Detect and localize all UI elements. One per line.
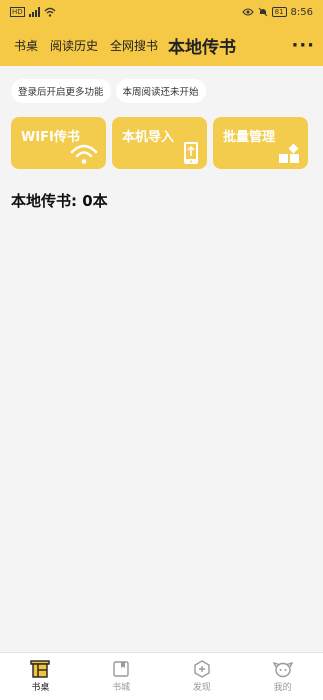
eye-icon (241, 8, 254, 16)
batch-manage-label: 批量管理 (223, 130, 276, 145)
status-bar: HD 81 8:56 (0, 0, 323, 24)
top-tab-bar: 书桌 阅读历史 全网搜书 本地传书 ··· (0, 24, 323, 66)
wifi-icon (70, 144, 98, 164)
nav-bookstore[interactable]: 书城 (81, 653, 162, 700)
tab-local-transfer[interactable]: 本地传书 (168, 33, 236, 58)
book-icon (113, 661, 129, 677)
nav-desk[interactable]: 书桌 (0, 653, 81, 700)
nav-discover[interactable]: 发现 (162, 653, 243, 700)
clock: 8:56 (290, 6, 313, 18)
grid-icon (279, 143, 299, 163)
nav-profile[interactable]: 我的 (242, 653, 323, 700)
local-import-card[interactable]: 本机导入 (112, 117, 207, 169)
discover-icon (194, 660, 210, 678)
more-options-button[interactable]: ··· (291, 35, 315, 56)
batch-manage-card[interactable]: 批量管理 (213, 117, 308, 169)
battery-indicator: 81 (271, 7, 287, 17)
profile-icon (272, 661, 293, 678)
bottom-nav: 书桌 书城 发现 我的 (0, 652, 323, 700)
mute-bell-icon (258, 7, 267, 17)
nav-desk-label: 书桌 (31, 683, 50, 693)
wifi-status-icon (44, 7, 56, 17)
wifi-transfer-card[interactable]: WIFI传书 (11, 117, 106, 169)
local-book-count: 本地传书: 0本 (11, 192, 108, 210)
signal-icon (28, 7, 40, 17)
status-left: HD (10, 7, 56, 17)
action-cards: WIFI传书 本机导入 批量管理 (11, 117, 308, 169)
tab-web-search[interactable]: 全网搜书 (110, 37, 158, 54)
nav-bookstore-label: 书城 (112, 683, 131, 693)
nav-profile-label: 我的 (273, 683, 292, 693)
nav-discover-label: 发现 (192, 683, 211, 693)
status-right: 81 8:56 (241, 6, 313, 18)
info-chips: 登录后开启更多功能 本周阅读还未开始 (11, 79, 206, 103)
login-chip[interactable]: 登录后开启更多功能 (11, 79, 111, 103)
weekly-reading-chip[interactable]: 本周阅读还未开始 (115, 79, 206, 103)
phone-upload-icon (184, 142, 198, 164)
tab-reading-history[interactable]: 阅读历史 (50, 37, 98, 54)
bookshelf-icon (30, 660, 51, 678)
local-import-label: 本机导入 (122, 130, 175, 145)
tab-desk[interactable]: 书桌 (14, 37, 38, 54)
sim-icon: HD (10, 7, 25, 17)
